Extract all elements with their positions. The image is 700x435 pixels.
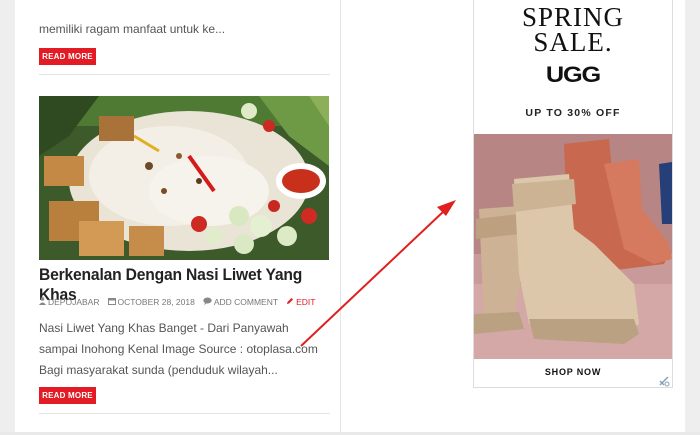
post-divider [39, 74, 330, 75]
calendar-icon [107, 297, 116, 307]
author-label: DEPOJABAR [48, 297, 100, 307]
nasi-liwet-photo [39, 96, 329, 260]
ad-offer-text: UP TO 30% OFF [525, 107, 621, 119]
post-meta: DEPOJABAR OCTOBER 28, 2018 ADD COMMENT E… [39, 296, 323, 308]
post-excerpt: Nasi Liwet Yang Khas Banget - Dari Panya… [39, 321, 318, 377]
ad-brand-logo: UGG [545, 62, 601, 87]
adchoices-icon[interactable] [658, 374, 670, 387]
ad-headline: SALE. [533, 27, 613, 57]
post-excerpt: memiliki ragam manfaat untuk ke... [39, 22, 226, 36]
date-label: OCTOBER 28, 2018 [117, 297, 195, 307]
user-icon [39, 297, 46, 307]
post-edit-link[interactable]: EDIT [286, 297, 315, 307]
post-thumbnail-image[interactable] [39, 96, 329, 260]
column-divider [340, 0, 341, 435]
sidebar-advertisement[interactable]: SPRING SALE. UGG UP TO 30% OFF SHOP NOW [473, 0, 673, 388]
boots-image [474, 134, 672, 359]
comment-icon [203, 297, 212, 307]
read-more-button[interactable]: READ MORE [39, 387, 96, 404]
post-comment-link[interactable]: ADD COMMENT [203, 297, 278, 307]
post-date: OCTOBER 28, 2018 [107, 297, 195, 307]
comment-label: ADD COMMENT [213, 297, 279, 307]
edit-label: EDIT [296, 297, 316, 307]
pencil-icon [286, 297, 294, 307]
ad-boots-photo[interactable] [474, 134, 672, 359]
post-divider [39, 413, 330, 414]
read-more-button[interactable]: READ MORE [39, 48, 96, 65]
post-author[interactable]: DEPOJABAR [39, 297, 100, 307]
ad-shop-now-button[interactable]: SHOP NOW [474, 367, 672, 377]
